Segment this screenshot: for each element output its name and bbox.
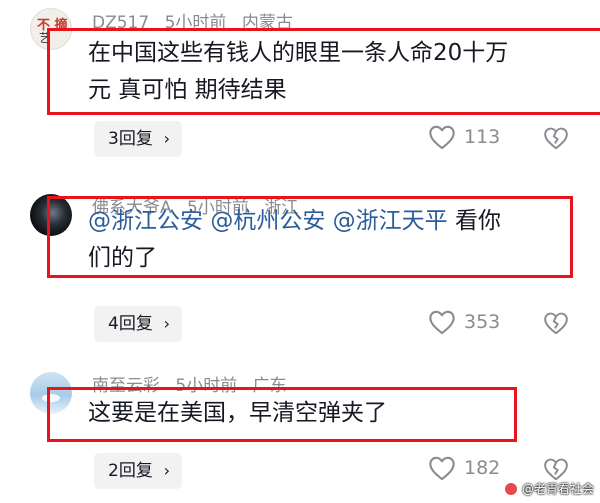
comment-text-line: 们的了 [88, 245, 157, 271]
like-count: 353 [464, 311, 501, 333]
like-count: 113 [464, 126, 501, 148]
heart-outline-icon [429, 125, 455, 150]
comment-text-fragment: 看你 [454, 208, 501, 234]
replies-label: 3回复 [108, 129, 153, 149]
heart-outline-icon [429, 456, 455, 481]
watermark-logo-icon [503, 481, 518, 496]
comment-text-line: @浙江公安 @杭州公安 @浙江天平 看你 [88, 203, 560, 240]
broken-heart-icon[interactable] [543, 456, 569, 482]
watermark-text: @老胃看社会 [521, 482, 594, 496]
like-count: 182 [464, 457, 501, 479]
comment-text-line: 这要是在美国，早清空弹夹了 [88, 400, 387, 426]
broken-heart-icon[interactable] [543, 125, 569, 151]
like-button[interactable]: 353 [428, 309, 500, 335]
heart-outline-icon [429, 310, 455, 335]
like-button[interactable]: 182 [428, 455, 500, 481]
replies-label: 4回复 [108, 314, 153, 334]
broken-heart-icon[interactable] [543, 310, 569, 336]
comment-text-line: 在中国这些有钱人的眼里一条人命20十万 [88, 40, 509, 66]
comment-text-line: 元 真可怕 期待结果 [88, 77, 287, 103]
comment-text: @浙江公安 @杭州公安 @浙江天平 看你 们的了 [47, 196, 573, 278]
view-replies-button[interactable]: 3回复 › [94, 121, 182, 157]
mention-link[interactable]: @浙江天平 [333, 208, 448, 234]
chevron-right-icon: › [163, 461, 170, 480]
comment-text: 这要是在美国，早清空弹夹了 [47, 387, 517, 442]
like-button[interactable]: 113 [428, 124, 500, 150]
replies-label: 2回复 [108, 461, 153, 481]
chevron-right-icon: › [163, 314, 170, 333]
mention-link[interactable]: @杭州公安 [210, 208, 325, 234]
watermark: @老胃看社会 [503, 480, 594, 497]
comment-text: 在中国这些有钱人的眼里一条人命20十万 元 真可怕 期待结果 [47, 28, 600, 115]
chevron-right-icon: › [163, 129, 170, 148]
view-replies-button[interactable]: 4回复 › [94, 306, 182, 342]
view-replies-button[interactable]: 2回复 › [94, 453, 182, 489]
mention-link[interactable]: @浙江公安 [88, 208, 203, 234]
